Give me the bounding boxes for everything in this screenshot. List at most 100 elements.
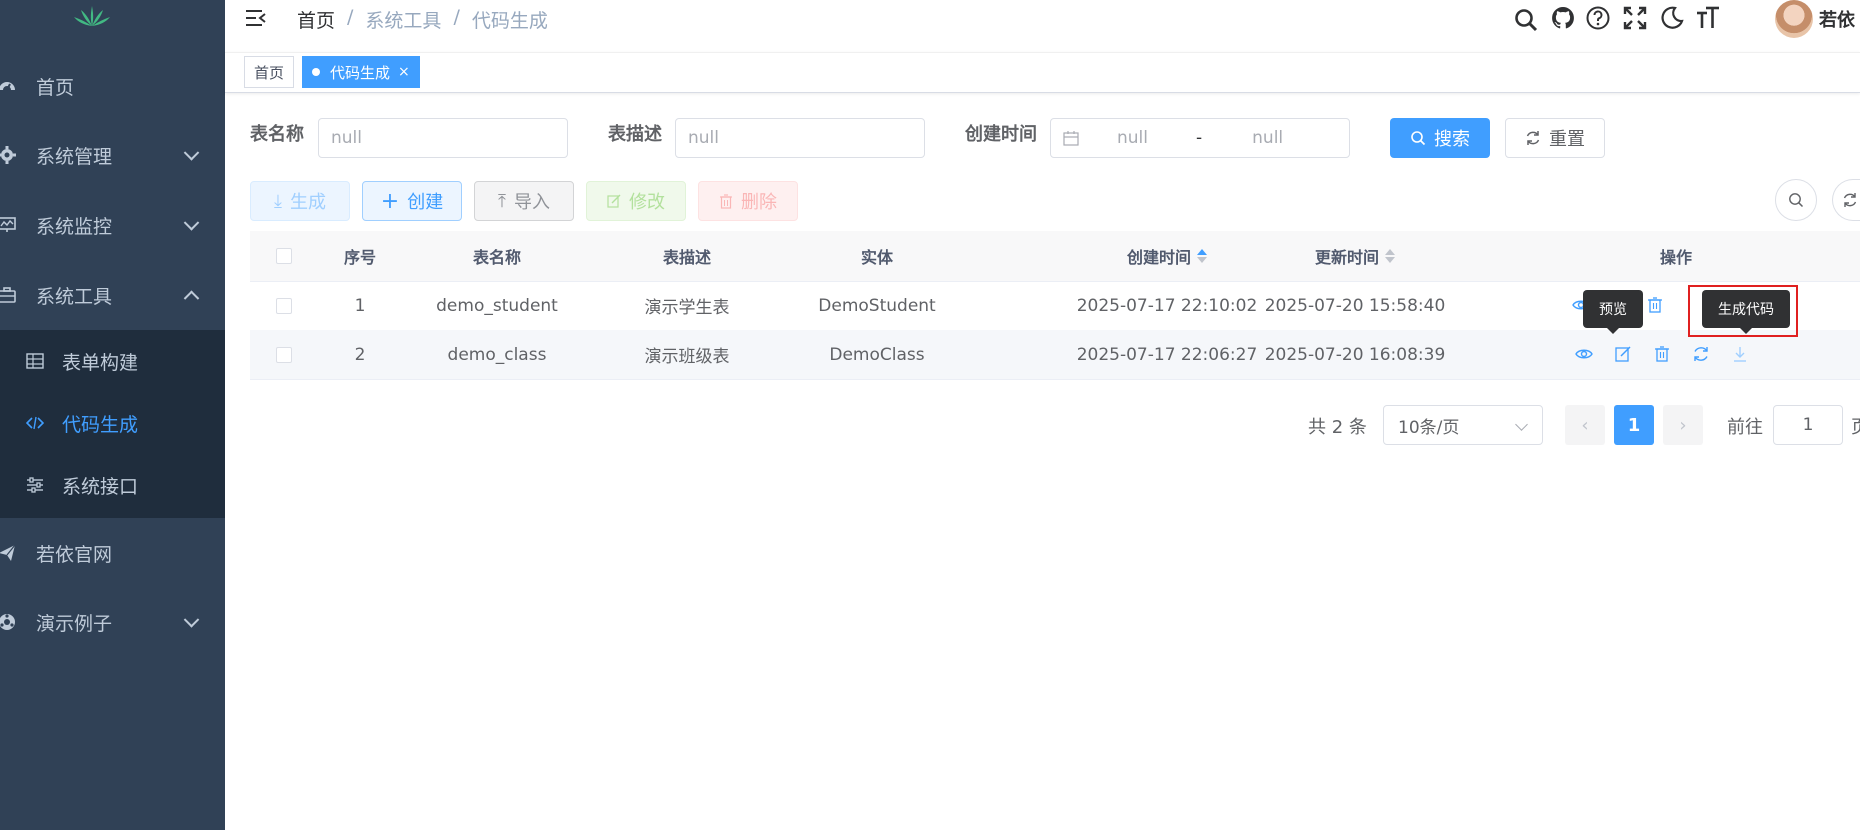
close-icon[interactable]: × [398, 64, 410, 80]
sidebar-item-demo[interactable]: 演示例子 [0, 587, 225, 657]
column-header-sortable[interactable]: 更新时间 [1260, 231, 1450, 281]
moon-icon[interactable] [1659, 5, 1685, 31]
breadcrumb-current: 代码生成 [471, 10, 548, 32]
logo-icon [74, 6, 110, 26]
input-placeholder: null [688, 128, 719, 148]
create-button[interactable]: + 创建 [362, 181, 462, 221]
generate-button-label: 生成 [289, 192, 326, 213]
chevron-left-icon: ‹ [1581, 414, 1589, 436]
sidebar-item-label: 代码生成 [62, 413, 139, 436]
highlight-box [1688, 285, 1798, 337]
edit-icon[interactable] [1614, 345, 1632, 363]
table-name-label: 表名称 [250, 124, 304, 145]
edit-button-label: 修改 [629, 192, 665, 213]
gear-icon [0, 146, 16, 164]
sidebar-item-form-build[interactable]: 表单构建 [0, 330, 225, 392]
sync-icon[interactable] [1692, 345, 1710, 363]
edit-button[interactable]: 修改 [586, 181, 686, 221]
row-checkbox[interactable] [276, 297, 292, 314]
monitor-icon [0, 217, 16, 232]
chevron-down-icon [183, 612, 200, 628]
end-date-placeholder[interactable]: null [1252, 128, 1283, 148]
help-icon[interactable] [1585, 5, 1611, 31]
cell-update-time: 2025-07-20 16:08:39 [1264, 344, 1446, 365]
column-header: 操作 [1660, 231, 1860, 281]
search-button[interactable]: 搜索 [1390, 118, 1490, 158]
page-size-select[interactable]: 10条/页 [1383, 405, 1543, 445]
sidebar-item-website[interactable]: 若依官网 [0, 518, 225, 588]
cell-table-comment: 演示班级表 [644, 347, 730, 367]
trash-icon[interactable] [1653, 345, 1671, 363]
dashboard-icon [0, 82, 15, 91]
sort-caret-icon[interactable] [1197, 249, 1207, 263]
cell-create-time: 2025-07-17 22:06:27 [1076, 344, 1258, 365]
goto-label: 前往 [1727, 417, 1763, 438]
prev-page-button[interactable]: ‹ [1565, 405, 1605, 445]
column-header-sortable[interactable]: 创建时间 [1072, 231, 1262, 281]
toggle-search-button[interactable] [1775, 179, 1817, 221]
date-range-picker[interactable]: null - null [1050, 118, 1350, 158]
user-menu[interactable]: 若依 [1775, 0, 1855, 38]
next-page-button[interactable]: › [1663, 405, 1703, 445]
goto-page-input[interactable]: 1 [1773, 405, 1843, 445]
page-number-button[interactable]: 1 [1614, 405, 1654, 445]
sidebar-item-home[interactable]: 首页 [0, 51, 225, 121]
generate-button[interactable]: ⤓ 生成 [250, 181, 350, 221]
avatar[interactable] [1775, 0, 1813, 38]
sidebar-item-monitor[interactable]: 系统监控 [0, 190, 225, 260]
start-date-placeholder[interactable]: null [1117, 128, 1148, 148]
sidebar-item-label: 系统接口 [62, 475, 139, 498]
select-all-checkbox[interactable] [276, 248, 292, 264]
breadcrumb-home[interactable]: 首页 [297, 6, 335, 33]
trash-icon[interactable] [1646, 296, 1664, 314]
column-header-label: 创建时间 [1126, 248, 1191, 267]
column-header: 表名称 [472, 248, 521, 267]
menu-fold-icon[interactable] [245, 8, 267, 28]
font-size-icon[interactable] [1695, 5, 1721, 31]
submenu-tools: 表单构建 代码生成 系统接口 [0, 330, 225, 518]
sidebar-item-label: 首页 [36, 76, 75, 99]
sidebar-item-code-gen[interactable]: 代码生成 [0, 392, 225, 454]
sidebar-item-swagger[interactable]: 系统接口 [0, 454, 225, 516]
sort-caret-icon[interactable] [1385, 249, 1395, 263]
goto-value: 1 [1802, 415, 1814, 435]
table-row[interactable]: 2 demo_class 演示班级表 DemoClass 2025-07-17 … [250, 330, 1860, 380]
sidebar-item-label: 系统监控 [36, 215, 113, 238]
active-dot-icon [312, 68, 320, 76]
reset-button[interactable]: 重置 [1505, 118, 1605, 158]
column-header: 序号 [343, 248, 376, 267]
github-icon[interactable] [1550, 5, 1576, 31]
table-name-input[interactable]: null [318, 118, 568, 158]
refresh-icon [1843, 193, 1856, 207]
toolbox-icon [0, 287, 16, 303]
tag-home[interactable]: 首页 [244, 56, 295, 88]
search-icon[interactable] [1513, 7, 1539, 33]
table-comment-label: 表描述 [608, 124, 662, 145]
sidebar-item-system[interactable]: 系统管理 [0, 120, 225, 190]
tag-code-gen[interactable]: 代码生成 × [302, 56, 420, 88]
cell-table-name: demo_class [447, 344, 547, 365]
download-icon[interactable] [1731, 345, 1749, 363]
eye-icon[interactable] [1575, 345, 1593, 363]
delete-button[interactable]: 删除 [698, 181, 798, 221]
fullscreen-icon[interactable] [1622, 5, 1648, 31]
cell-create-time: 2025-07-17 22:10:02 [1076, 295, 1258, 316]
cell-index: 1 [354, 295, 366, 316]
sidebar-item-label: 表单构建 [62, 351, 139, 374]
tag-label: 代码生成 [330, 63, 391, 82]
download-icon: ⤓ [274, 190, 282, 212]
delete-button-label: 删除 [741, 192, 777, 213]
table-comment-input[interactable]: null [675, 118, 925, 158]
upload-icon: ⤒ [498, 190, 506, 212]
chevron-down-icon [1515, 418, 1528, 431]
edit-icon [607, 194, 621, 208]
sidebar-item-tools[interactable]: 系统工具 [0, 260, 225, 330]
cell-index: 2 [354, 344, 366, 365]
breadcrumb-tools: 系统工具 [365, 10, 442, 32]
tooltip-text: 预览 [1599, 302, 1627, 318]
refresh-icon [1526, 131, 1540, 145]
row-checkbox[interactable] [276, 346, 292, 363]
row-select-cell [250, 281, 318, 330]
refresh-table-button[interactable] [1832, 179, 1860, 221]
import-button[interactable]: ⤒ 导入 [474, 181, 574, 221]
